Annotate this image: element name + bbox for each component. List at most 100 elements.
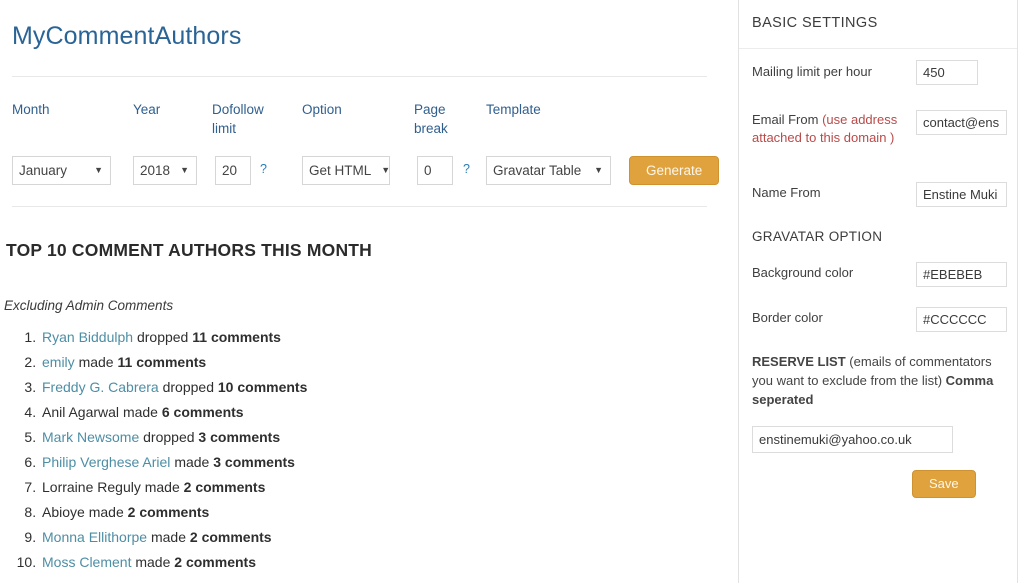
mailing-limit-label: Mailing limit per hour: [752, 64, 872, 79]
label-page-break: Page break: [414, 102, 448, 136]
form-labels-row: Month Year Dofollow limit Option Page br…: [12, 100, 712, 150]
label-dofollow-limit: Dofollow limit: [212, 102, 264, 136]
author-comment-unit: comments: [185, 554, 256, 570]
author-comment-unit: comments: [195, 479, 266, 495]
author-comment-count: 2: [189, 529, 198, 545]
author-comment-unit: comments: [210, 429, 281, 445]
chevron-down-icon: ▼: [180, 165, 189, 175]
divider-mid: [12, 206, 707, 207]
mailing-limit-input[interactable]: [916, 60, 978, 85]
author-link[interactable]: Monna Ellithorpe: [42, 529, 147, 545]
border-color-input[interactable]: [916, 307, 1007, 332]
author-verb: dropped: [136, 329, 189, 345]
email-from-input[interactable]: [916, 110, 1007, 135]
author-comment-count: 11: [192, 329, 208, 345]
list-item: emily made 11 comments: [40, 351, 307, 376]
author-comment-count: 6: [161, 404, 170, 420]
author-name: Abioye: [42, 504, 85, 520]
author-comment-unit: comments: [136, 354, 207, 370]
app-page: MyCommentAuthors Month Year Dofollow lim…: [0, 0, 1030, 583]
email-from-label: Email From (use address attached to this…: [752, 111, 912, 147]
results-note: Excluding Admin Comments: [4, 298, 174, 313]
divider-top: [12, 76, 707, 77]
name-from-input[interactable]: [916, 182, 1007, 207]
author-comment-count: 3: [198, 429, 207, 445]
author-link[interactable]: Philip Verghese Ariel: [42, 454, 170, 470]
list-item: Philip Verghese Ariel made 3 comments: [40, 451, 307, 476]
author-verb: made: [150, 529, 186, 545]
form-controls-row: January ▼ 2018 ▼ 20 ? Get HTML ▼ 0 ? Gra…: [12, 156, 722, 188]
sidebar-divider: [739, 48, 1017, 49]
list-item: Freddy G. Cabrera dropped 10 comments: [40, 376, 307, 401]
author-comment-count: 2: [127, 504, 136, 520]
chevron-down-icon: ▼: [94, 165, 103, 175]
list-item: Moss Clement made 2 comments: [40, 551, 307, 576]
page-break-input[interactable]: 0: [417, 156, 453, 185]
results-heading: TOP 10 COMMENT AUTHORS THIS MONTH: [6, 240, 373, 260]
reserve-list-input[interactable]: [752, 426, 953, 453]
author-comment-count: 11: [117, 354, 133, 370]
author-comment-count: 2: [183, 479, 192, 495]
author-verb: dropped: [143, 429, 195, 445]
list-item: Lorraine Reguly made 2 comments: [40, 476, 307, 501]
author-link[interactable]: Moss Clement: [42, 554, 131, 570]
author-verb: made: [122, 404, 158, 420]
list-item: Monna Ellithorpe made 2 comments: [40, 526, 307, 551]
option-select-value: Get HTML: [309, 163, 372, 178]
chevron-down-icon: ▼: [594, 165, 603, 175]
label-year: Year: [133, 102, 161, 117]
author-comment-unit: comments: [201, 529, 272, 545]
reserve-list-title: RESERVE LIST: [752, 354, 846, 369]
author-verb: made: [144, 479, 180, 495]
template-select[interactable]: Gravatar Table ▼: [486, 156, 611, 185]
author-link[interactable]: Mark Newsome: [42, 429, 139, 445]
month-select[interactable]: January ▼: [12, 156, 111, 185]
author-comment-unit: comments: [210, 329, 281, 345]
reserve-list-note: RESERVE LIST (emails of commentators you…: [752, 352, 1008, 409]
background-color-label: Background color: [752, 265, 854, 280]
name-from-label: Name From: [752, 185, 821, 200]
author-comment-unit: comments: [224, 454, 295, 470]
dofollow-limit-help-icon[interactable]: ?: [260, 162, 267, 176]
author-verb: made: [174, 454, 210, 470]
author-comment-unit: comments: [139, 504, 210, 520]
list-item: Abioye made 2 comments: [40, 501, 307, 526]
gravatar-option-title: GRAVATAR OPTION: [752, 229, 883, 244]
author-comment-count: 2: [174, 554, 183, 570]
basic-settings-title: BASIC SETTINGS: [752, 15, 878, 31]
author-comment-count: 3: [213, 454, 222, 470]
generate-button[interactable]: Generate: [629, 156, 720, 185]
main-content: MyCommentAuthors Month Year Dofollow lim…: [0, 0, 738, 583]
settings-sidebar: BASIC SETTINGS Mailing limit per hour Em…: [738, 0, 1018, 583]
save-button[interactable]: Save: [912, 470, 976, 498]
chevron-down-icon: ▼: [381, 165, 391, 175]
label-option: Option: [302, 102, 342, 117]
label-template: Template: [486, 102, 541, 117]
author-verb: dropped: [162, 379, 214, 395]
author-link[interactable]: emily: [42, 354, 75, 370]
author-link[interactable]: Ryan Biddulph: [42, 329, 133, 345]
author-verb: made: [135, 554, 171, 570]
author-comment-unit: comments: [173, 404, 244, 420]
author-verb: made: [88, 504, 124, 520]
author-comment-unit: comments: [237, 379, 308, 395]
author-link[interactable]: Freddy G. Cabrera: [42, 379, 159, 395]
template-select-value: Gravatar Table: [493, 163, 582, 178]
month-select-value: January: [19, 163, 68, 178]
author-comment-count: 10: [217, 379, 234, 395]
email-from-label-text: Email From: [752, 112, 823, 127]
list-item: Ryan Biddulph dropped 11 comments: [40, 326, 307, 351]
border-color-label: Border color: [752, 310, 823, 325]
year-select[interactable]: 2018 ▼: [133, 156, 197, 185]
author-name: Lorraine Reguly: [42, 479, 141, 495]
year-select-value: 2018: [140, 163, 171, 178]
page-break-help-icon[interactable]: ?: [463, 162, 470, 176]
page-title: MyCommentAuthors: [12, 22, 242, 50]
label-month: Month: [12, 102, 50, 117]
background-color-input[interactable]: [916, 262, 1007, 287]
dofollow-limit-input[interactable]: 20: [215, 156, 251, 185]
option-select[interactable]: Get HTML ▼: [302, 156, 390, 185]
author-name: Anil Agarwal: [42, 404, 120, 420]
list-item: Anil Agarwal made 6 comments: [40, 401, 307, 426]
author-list: Ryan Biddulph dropped 11 commentsemily m…: [0, 326, 307, 576]
